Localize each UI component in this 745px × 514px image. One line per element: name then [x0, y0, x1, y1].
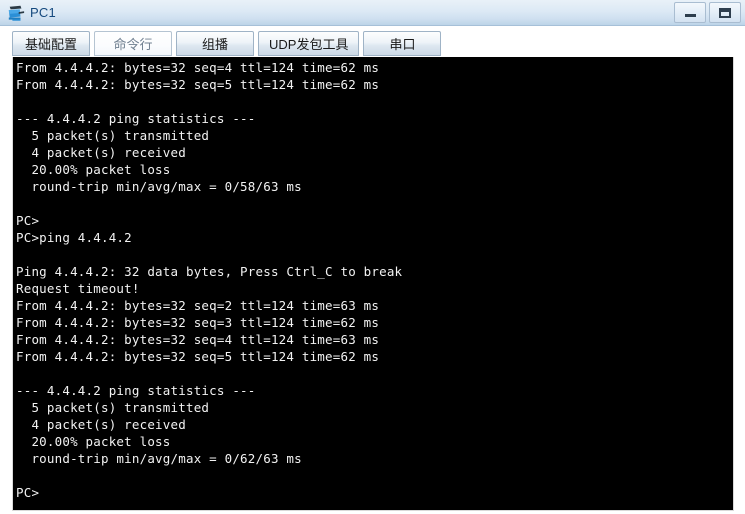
terminal-output: From 4.4.4.2: bytes=32 seq=4 ttl=124 tim…	[13, 57, 733, 501]
tab-basic-config[interactable]: 基础配置	[12, 31, 90, 56]
tab-serial-port[interactable]: 串口	[363, 31, 442, 56]
minimize-icon	[684, 13, 696, 17]
terminal-line: --- 4.4.4.2 ping statistics ---	[16, 111, 256, 126]
window-title: PC1	[30, 5, 56, 20]
terminal-panel[interactable]: From 4.4.4.2: bytes=32 seq=4 ttl=124 tim…	[12, 57, 734, 511]
terminal-line: 20.00% packet loss	[16, 434, 171, 449]
terminal-line: 20.00% packet loss	[16, 162, 171, 177]
terminal-line: round-trip min/avg/max = 0/62/63 ms	[16, 451, 302, 466]
tab-udp-tool[interactable]: UDP发包工具	[258, 31, 360, 56]
terminal-line: From 4.4.4.2: bytes=32 seq=4 ttl=124 tim…	[16, 332, 380, 347]
terminal-line: 5 packet(s) transmitted	[16, 400, 210, 415]
tab-label: 组播	[201, 37, 228, 52]
pc1-window: PC1 基础配置 命令行 组播 UDP发包工具 串口 From 4.4.4.2:…	[0, 0, 745, 514]
terminal-line: From 4.4.4.2: bytes=32 seq=4 ttl=124 tim…	[16, 60, 380, 75]
terminal-line: From 4.4.4.2: bytes=32 seq=2 ttl=124 tim…	[16, 298, 380, 313]
terminal-line: 4 packet(s) received	[16, 145, 186, 160]
terminal-line: PC>	[16, 213, 40, 228]
minimize-button[interactable]	[674, 2, 706, 23]
terminal-line: 4 packet(s) received	[16, 417, 186, 432]
terminal-line: From 4.4.4.2: bytes=32 seq=3 ttl=124 tim…	[16, 315, 380, 330]
pc-terminal-icon	[8, 5, 25, 21]
window-controls	[671, 2, 741, 23]
tab-label: UDP发包工具	[269, 37, 349, 52]
terminal-line: 5 packet(s) transmitted	[16, 128, 210, 143]
terminal-line: PC>	[16, 485, 40, 500]
tab-multicast[interactable]: 组播	[176, 31, 254, 56]
tab-label: 命令行	[113, 37, 153, 52]
terminal-line: Request timeout!	[16, 281, 140, 296]
title-bar: PC1	[0, 0, 745, 26]
terminal-line: PC>ping 4.4.4.2	[16, 230, 132, 245]
terminal-line: --- 4.4.4.2 ping statistics ---	[16, 383, 256, 398]
terminal-line: From 4.4.4.2: bytes=32 seq=5 ttl=124 tim…	[16, 349, 380, 364]
terminal-line: round-trip min/avg/max = 0/58/63 ms	[16, 179, 302, 194]
tab-label: 串口	[389, 37, 416, 52]
tab-command-line[interactable]: 命令行	[94, 31, 172, 56]
maximize-icon	[719, 7, 731, 18]
terminal-line: Ping 4.4.4.2: 32 data bytes, Press Ctrl_…	[16, 264, 403, 279]
terminal-line: From 4.4.4.2: bytes=32 seq=5 ttl=124 tim…	[16, 77, 380, 92]
maximize-button[interactable]	[709, 2, 741, 23]
tab-label: 基础配置	[24, 37, 77, 52]
tab-bar: 基础配置 命令行 组播 UDP发包工具 串口	[0, 26, 745, 56]
